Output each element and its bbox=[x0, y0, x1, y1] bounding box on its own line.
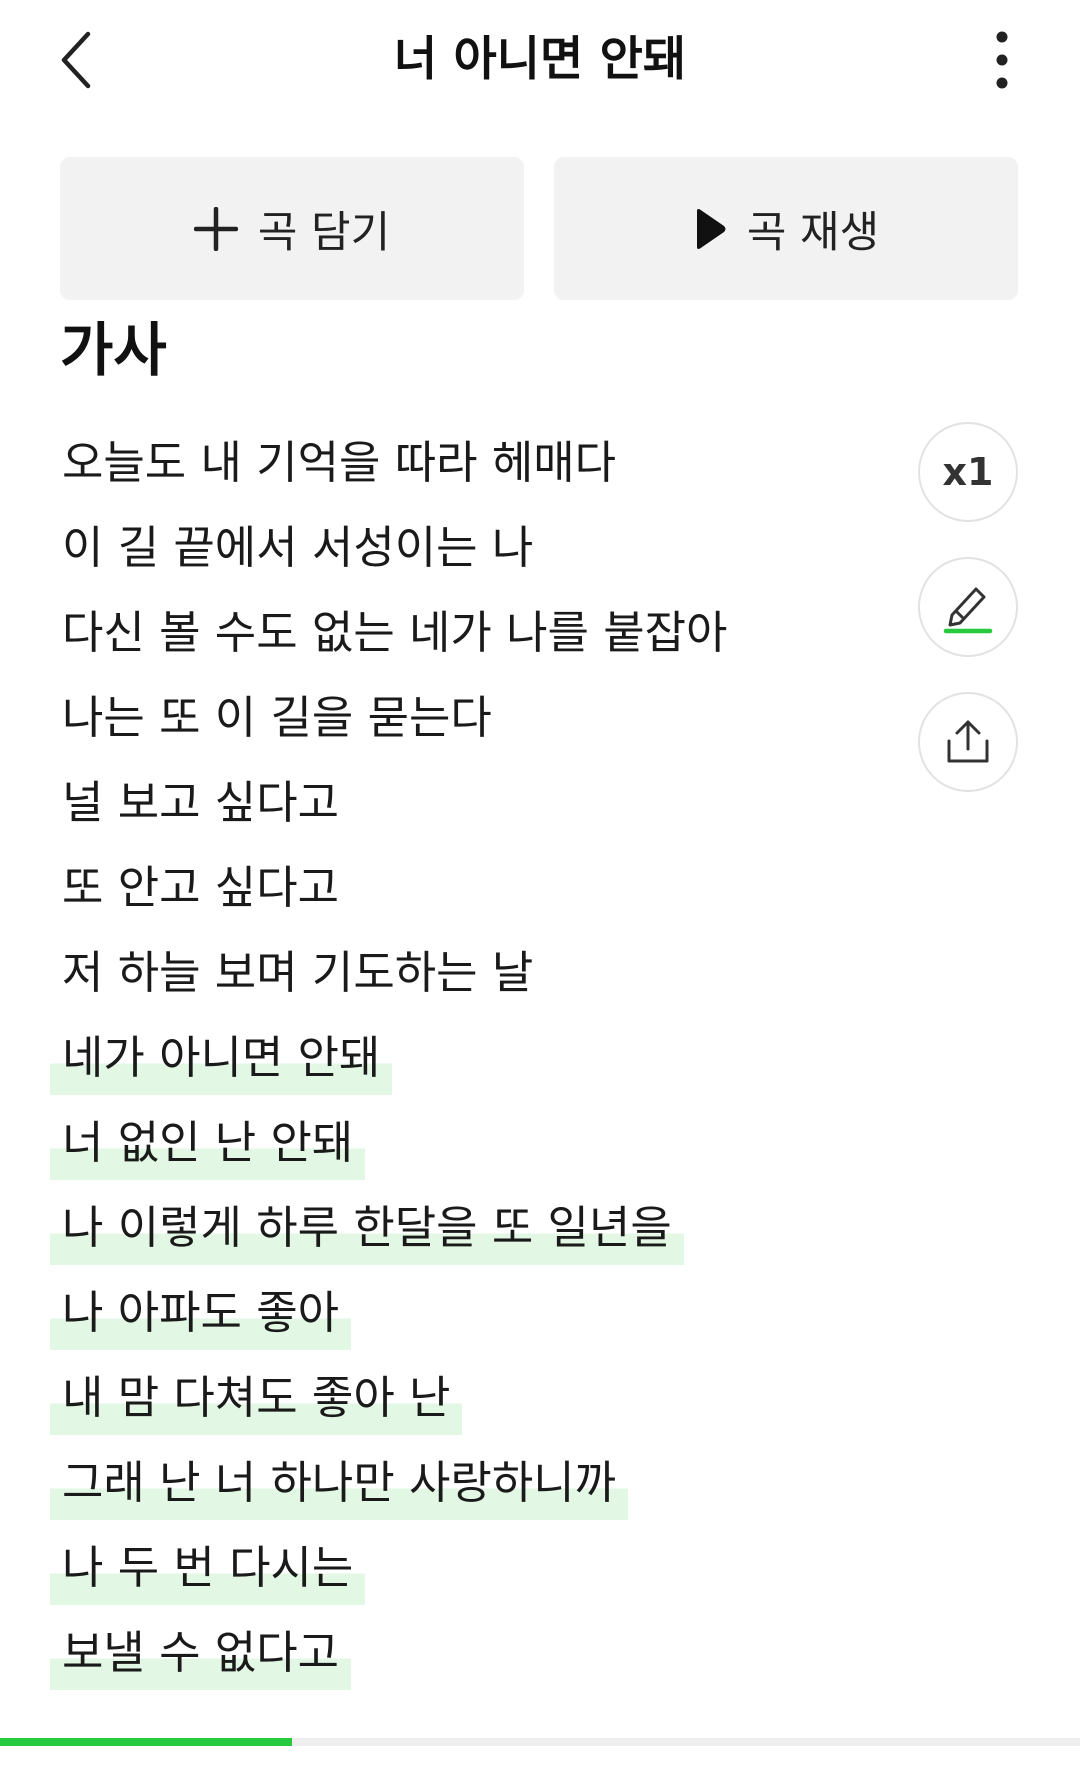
lyric-text: 나는 또 이 길을 묻는다 bbox=[62, 691, 492, 744]
more-vertical-icon bbox=[996, 31, 1008, 89]
add-song-button[interactable]: 곡 담기 bbox=[60, 157, 524, 300]
lyric-line[interactable]: 오늘도 내 기억을 따라 헤매다 bbox=[50, 425, 870, 510]
lyric-text: 나 아파도 좋아 bbox=[50, 1275, 352, 1350]
playback-progress-fill bbox=[0, 1738, 292, 1746]
lyric-text: 내 맘 다쳐도 좋아 난 bbox=[50, 1360, 463, 1435]
play-song-label: 곡 재생 bbox=[746, 207, 880, 258]
lyric-line[interactable]: 나는 또 이 길을 묻는다 bbox=[50, 680, 870, 765]
top-bar: 너 아니면 안돼 bbox=[0, 0, 1080, 130]
lyrics-section-title: 가사 bbox=[60, 316, 167, 384]
speed-button[interactable]: x1 bbox=[918, 422, 1018, 522]
lyric-line[interactable]: 그래 난 너 하나만 사랑하니까 bbox=[50, 1445, 870, 1530]
page-title: 너 아니면 안돼 bbox=[393, 32, 687, 87]
play-song-button[interactable]: 곡 재생 bbox=[554, 157, 1018, 300]
share-button[interactable] bbox=[918, 692, 1018, 792]
lyric-line[interactable]: 또 안고 싶다고 bbox=[50, 850, 870, 935]
lyric-line[interactable]: 저 하늘 보며 기도하는 날 bbox=[50, 935, 870, 1020]
more-options-button[interactable] bbox=[970, 20, 1034, 100]
lyric-line[interactable]: 네가 아니면 안돼 bbox=[50, 1020, 870, 1105]
lyric-text: 다신 볼 수도 없는 네가 나를 붙잡아 bbox=[62, 606, 728, 659]
lyric-text: 저 하늘 보며 기도하는 날 bbox=[62, 946, 534, 999]
lyric-line[interactable]: 나 이렇게 하루 한달을 또 일년을 bbox=[50, 1190, 870, 1275]
lyric-text: 그래 난 너 하나만 사랑하니까 bbox=[50, 1445, 629, 1520]
lyric-line[interactable]: 내 맘 다쳐도 좋아 난 bbox=[50, 1360, 870, 1445]
playback-progress-bar[interactable] bbox=[0, 1738, 1080, 1746]
speed-label: x1 bbox=[942, 450, 994, 494]
play-icon bbox=[696, 208, 726, 249]
back-button[interactable] bbox=[40, 20, 112, 100]
lyric-text: 널 보고 싶다고 bbox=[62, 776, 340, 829]
lyric-text: 네가 아니면 안돼 bbox=[50, 1020, 393, 1095]
lyric-text: 또 안고 싶다고 bbox=[62, 861, 340, 914]
lyric-text: 오늘도 내 기억을 따라 헤매다 bbox=[62, 436, 617, 489]
lyric-line[interactable]: 보낼 수 없다고 bbox=[50, 1615, 870, 1700]
add-song-label: 곡 담기 bbox=[257, 207, 391, 258]
lyric-text: 나 두 번 다시는 bbox=[50, 1530, 366, 1605]
lyric-text: 이 길 끝에서 서성이는 나 bbox=[62, 521, 534, 574]
highlighter-icon bbox=[943, 587, 993, 634]
lyric-line[interactable]: 널 보고 싶다고 bbox=[50, 765, 870, 850]
chevron-left-icon bbox=[61, 31, 91, 89]
lyric-line[interactable]: 다신 볼 수도 없는 네가 나를 붙잡아 bbox=[50, 595, 870, 680]
lyric-line[interactable]: 나 두 번 다시는 bbox=[50, 1530, 870, 1615]
lyric-text: 나 이렇게 하루 한달을 또 일년을 bbox=[50, 1190, 684, 1265]
lyric-line[interactable]: 나 아파도 좋아 bbox=[50, 1275, 870, 1360]
lyric-line[interactable]: 너 없인 난 안돼 bbox=[50, 1105, 870, 1190]
lyric-line[interactable]: 이 길 끝에서 서성이는 나 bbox=[50, 510, 870, 595]
lyric-text: 보낼 수 없다고 bbox=[50, 1615, 352, 1690]
lyric-text: 너 없인 난 안돼 bbox=[50, 1105, 366, 1180]
plus-icon bbox=[193, 206, 238, 251]
lyrics-list: 오늘도 내 기억을 따라 헤매다이 길 끝에서 서성이는 나다신 볼 수도 없는… bbox=[50, 425, 870, 1700]
highlight-button[interactable] bbox=[918, 557, 1018, 657]
share-icon bbox=[947, 720, 989, 763]
